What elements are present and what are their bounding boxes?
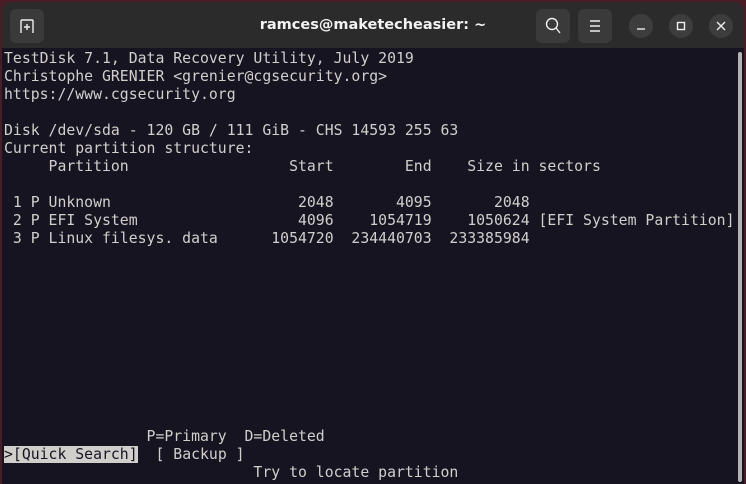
title-bar: ramces@maketecheasier: ~ bbox=[2, 2, 744, 48]
terminal-window: ramces@maketecheasier: ~ TestDisk 7.1, D… bbox=[2, 2, 744, 484]
option-hint: Try to locate partition bbox=[4, 464, 459, 481]
search-icon bbox=[545, 17, 561, 34]
menu-button[interactable] bbox=[578, 9, 612, 43]
website-line: https://www.cgsecurity.org bbox=[4, 86, 236, 103]
close-icon bbox=[716, 21, 726, 31]
column-headers: Partition Start End Size in sectors bbox=[4, 158, 601, 175]
maximize-icon bbox=[676, 21, 686, 31]
author-line: Christophe GRENIER <grenier@cgsecurity.o… bbox=[4, 68, 388, 85]
disk-info: Disk /dev/sda - 120 GB / 111 GiB - CHS 1… bbox=[4, 122, 459, 139]
partition-row[interactable]: 2 P EFI System 4096 1054719 1050624 [EFI… bbox=[4, 212, 744, 230]
minimize-icon bbox=[637, 28, 645, 30]
quick-search-option[interactable]: >[Quick Search] bbox=[4, 446, 138, 463]
hamburger-menu-icon bbox=[590, 20, 600, 32]
structure-label: Current partition structure: bbox=[4, 140, 254, 157]
search-button[interactable] bbox=[536, 9, 570, 43]
backup-option[interactable]: [ Backup ] bbox=[155, 446, 244, 463]
partition-row[interactable]: 3 P Linux filesys. data 1054720 23444070… bbox=[4, 230, 744, 248]
menu-line: >[Quick Search] [ Backup ] bbox=[4, 446, 744, 464]
partition-row[interactable]: 1 P Unknown 2048 4095 2048 bbox=[4, 194, 744, 212]
minimize-button[interactable] bbox=[629, 14, 653, 38]
terminal-output[interactable]: TestDisk 7.1, Data Recovery Utility, Jul… bbox=[4, 50, 744, 482]
empty-area bbox=[4, 248, 744, 428]
app-header-line: TestDisk 7.1, Data Recovery Utility, Jul… bbox=[4, 50, 414, 67]
scrollbar[interactable] bbox=[738, 52, 742, 482]
maximize-button[interactable] bbox=[669, 14, 693, 38]
partition-type-legend: P=Primary D=Deleted bbox=[4, 428, 325, 445]
close-button[interactable] bbox=[709, 14, 733, 38]
